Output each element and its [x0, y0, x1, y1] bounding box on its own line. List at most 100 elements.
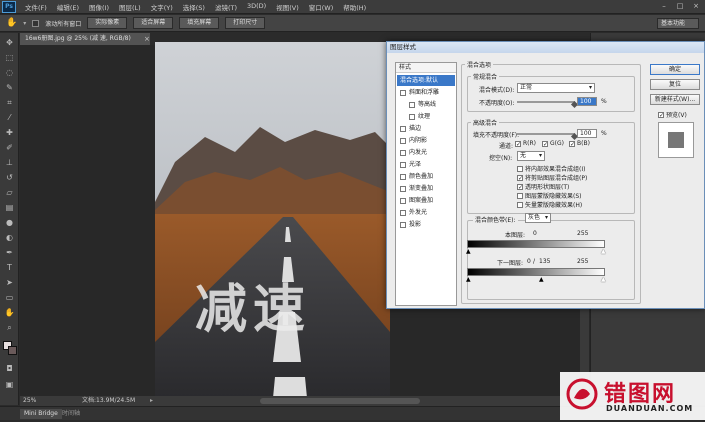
styles-header[interactable]: 样式	[396, 63, 456, 73]
menu-item[interactable]: 窗口(W)	[304, 2, 339, 12]
quick-select-tool-icon[interactable]: ✎	[3, 82, 16, 94]
menu-item[interactable]: 图像(I)	[84, 2, 114, 12]
style-item-checkbox[interactable]	[400, 161, 406, 168]
menu-item[interactable]: 帮助(H)	[338, 2, 371, 12]
style-item-checkbox[interactable]	[400, 125, 406, 132]
preview-checkbox[interactable]: ✓ 预览(V)	[658, 110, 687, 119]
new-style-button[interactable]: 新建样式(W)...	[650, 94, 700, 105]
hand-tool-icon[interactable]: ✋	[6, 18, 17, 28]
knockout-select[interactable]: 无	[517, 151, 545, 161]
pen-tool-icon[interactable]: ✒	[3, 247, 16, 259]
style-item[interactable]: 描边	[397, 123, 455, 134]
menu-item[interactable]: 文字(Y)	[146, 2, 178, 12]
close-window-button[interactable]: ×	[689, 2, 703, 11]
blend-mode-select[interactable]: 正常	[517, 83, 595, 93]
advanced-option-box[interactable]	[517, 165, 523, 172]
underlying-black-slider-left[interactable]: ▲	[466, 276, 471, 283]
underlying-white-slider[interactable]: ▲	[601, 276, 606, 283]
style-item-checkbox[interactable]	[400, 221, 406, 228]
actual-pixels-button[interactable]: 实际像素	[87, 17, 128, 29]
style-item[interactable]: 图案叠加	[397, 195, 455, 206]
reset-button[interactable]: 复位	[650, 79, 700, 90]
advanced-option-box[interactable]	[517, 201, 523, 208]
path-selection-tool-icon[interactable]: ➤	[3, 277, 16, 289]
style-item-checkbox[interactable]	[409, 113, 415, 120]
advanced-option-checkbox[interactable]: 将内部效果混合成组(I)	[517, 164, 585, 173]
advanced-option-box[interactable]	[517, 192, 523, 199]
advanced-option-checkbox[interactable]: 图层蒙版隐藏效果(S)	[517, 191, 582, 200]
opacity-slider[interactable]	[517, 101, 575, 103]
eyedropper-tool-icon[interactable]: ⁄	[3, 112, 16, 124]
mini-bridge-tab[interactable]: Mini Bridge	[20, 409, 62, 419]
menu-item[interactable]: 3D(D)	[242, 2, 271, 12]
channel-b-checkbox[interactable]: ✓ B(B)	[569, 140, 590, 147]
horizontal-scrollbar[interactable]	[260, 398, 420, 404]
style-item[interactable]: 等高线	[397, 99, 455, 110]
minimize-button[interactable]: –	[657, 2, 671, 11]
menu-item[interactable]: 文件(F)	[20, 2, 52, 12]
style-item[interactable]: 斜面和浮雕	[397, 87, 455, 98]
status-arrow-icon[interactable]: ▸	[150, 396, 153, 406]
style-item[interactable]: 内阴影	[397, 135, 455, 146]
print-size-button[interactable]: 打印尺寸	[225, 17, 266, 29]
style-item-checkbox[interactable]	[400, 185, 406, 192]
close-tab-icon[interactable]: ×	[144, 35, 150, 43]
hand-tool-icon[interactable]: ✋	[3, 307, 16, 319]
marquee-tool-icon[interactable]: ⬚	[3, 52, 16, 64]
dodge-tool-icon[interactable]: ◐	[3, 232, 16, 244]
background-color-swatch[interactable]	[8, 346, 17, 355]
fit-screen-button[interactable]: 适合屏幕	[133, 17, 174, 29]
workspace-select[interactable]: 基本功能	[657, 18, 699, 29]
style-item-checkbox[interactable]	[400, 89, 406, 96]
zoom-level[interactable]: 25%	[23, 396, 36, 406]
style-item-checkbox[interactable]	[400, 173, 406, 180]
style-item[interactable]: 投影	[397, 219, 455, 230]
clone-stamp-tool-icon[interactable]: ⊥	[3, 157, 16, 169]
zoom-tool-icon[interactable]: ⌕	[3, 322, 16, 334]
quick-mask-icon[interactable]: ◘	[3, 363, 16, 375]
timeline-tab[interactable]: 时间轴	[62, 409, 80, 419]
menu-item[interactable]: 视图(V)	[271, 2, 304, 12]
channel-g-checkbox[interactable]: ✓ G(G)	[542, 140, 564, 147]
menu-item[interactable]: 滤镜(T)	[210, 2, 242, 12]
brush-tool-icon[interactable]: ✐	[3, 142, 16, 154]
gradient-tool-icon[interactable]: ▤	[3, 202, 16, 214]
style-item-checkbox[interactable]	[400, 137, 406, 144]
rectangle-tool-icon[interactable]: ▭	[3, 292, 16, 304]
lasso-tool-icon[interactable]: ◌	[3, 67, 16, 79]
style-item[interactable]: 混合选项:默认	[397, 75, 455, 86]
style-item-checkbox[interactable]	[400, 149, 406, 156]
opacity-input[interactable]: 100	[577, 97, 597, 106]
style-item[interactable]: 颜色叠加	[397, 171, 455, 182]
style-item[interactable]: 外发光	[397, 207, 455, 218]
history-brush-tool-icon[interactable]: ↺	[3, 172, 16, 184]
type-tool-icon[interactable]: T	[3, 262, 16, 274]
this-layer-black-slider[interactable]: ▲	[466, 248, 471, 255]
channel-r-checkbox[interactable]: ✓ R(R)	[515, 140, 536, 147]
menu-item[interactable]: 选择(S)	[178, 2, 210, 12]
fill-opacity-input[interactable]: 100	[577, 129, 597, 138]
screen-mode-icon[interactable]: ▣	[3, 379, 16, 391]
ok-button[interactable]: 确定	[650, 64, 700, 75]
healing-brush-tool-icon[interactable]: ✚	[3, 127, 16, 139]
blur-tool-icon[interactable]: ●	[3, 217, 16, 229]
move-tool-icon[interactable]: ✥	[3, 37, 16, 49]
document-tab[interactable]: 16w6册图.jpg @ 25% (减 速, RGB/8)	[20, 33, 150, 45]
tool-preset-arrow-icon[interactable]: ▾	[23, 20, 26, 27]
style-item-checkbox[interactable]	[409, 101, 415, 108]
blend-if-select[interactable]: 灰色	[525, 213, 551, 223]
advanced-option-checkbox[interactable]: ✓ 透明形状图层(T)	[517, 182, 569, 191]
eraser-tool-icon[interactable]: ▱	[3, 187, 16, 199]
style-item-checkbox[interactable]	[400, 209, 406, 216]
crop-tool-icon[interactable]: ⌗	[3, 97, 16, 109]
maximize-button[interactable]: □	[673, 2, 687, 11]
underlying-black-slider-right[interactable]: ▲	[539, 276, 544, 283]
style-item-checkbox[interactable]	[400, 197, 406, 204]
advanced-option-checkbox[interactable]: ✓ 将剪贴图层混合成组(P)	[517, 173, 587, 182]
style-item[interactable]: 纹理	[397, 111, 455, 122]
fill-opacity-slider[interactable]	[517, 133, 575, 135]
advanced-option-box[interactable]: ✓	[517, 174, 523, 181]
menu-item[interactable]: 编辑(E)	[52, 2, 84, 12]
menu-item[interactable]: 图层(L)	[114, 2, 146, 12]
style-item[interactable]: 光泽	[397, 159, 455, 170]
